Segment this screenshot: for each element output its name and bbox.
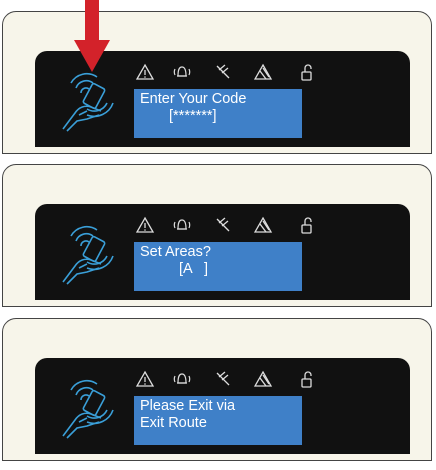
warning-icon (135, 62, 155, 82)
lcd-display: Please Exit via Exit Route (134, 396, 302, 445)
no-tamper-icon (213, 369, 233, 389)
no-tamper-icon (213, 62, 233, 82)
lcd-line-1: Please Exit via (140, 398, 236, 414)
contactless-card-icon[interactable] (57, 376, 123, 440)
lcd-line-2: Exit Route (140, 415, 207, 431)
unlocked-icon (297, 215, 317, 235)
keypad-display-bezel: Set Areas? [A ] (35, 204, 410, 300)
lcd-display: Enter Your Code [*******] (134, 89, 302, 138)
contactless-card-icon[interactable] (57, 222, 123, 286)
fault-icon (254, 215, 274, 235)
alarm-bell-icon (172, 215, 192, 235)
contactless-card-icon[interactable] (57, 69, 123, 133)
lcd-line-1: Enter Your Code (140, 91, 247, 107)
lcd-line-2: [A ] (179, 261, 209, 277)
keypad-panel: Please Exit via Exit Route (2, 318, 432, 461)
alarm-bell-icon (172, 369, 192, 389)
fault-icon (254, 62, 274, 82)
lcd-display: Set Areas? [A ] (134, 242, 302, 291)
unlocked-icon (297, 62, 317, 82)
lcd-line-1: Set Areas? (140, 244, 211, 260)
lcd-line-2: [*******] (169, 108, 217, 124)
no-tamper-icon (213, 215, 233, 235)
fault-icon (254, 369, 274, 389)
warning-icon (135, 369, 155, 389)
keypad-panel: Set Areas? [A ] (2, 164, 432, 307)
warning-icon (135, 215, 155, 235)
keypad-display-bezel: Please Exit via Exit Route (35, 358, 410, 454)
pointer-arrow-icon (72, 0, 112, 74)
keypad-panel: Enter Your Code [*******] (2, 11, 432, 154)
unlocked-icon (297, 369, 317, 389)
alarm-bell-icon (172, 62, 192, 82)
